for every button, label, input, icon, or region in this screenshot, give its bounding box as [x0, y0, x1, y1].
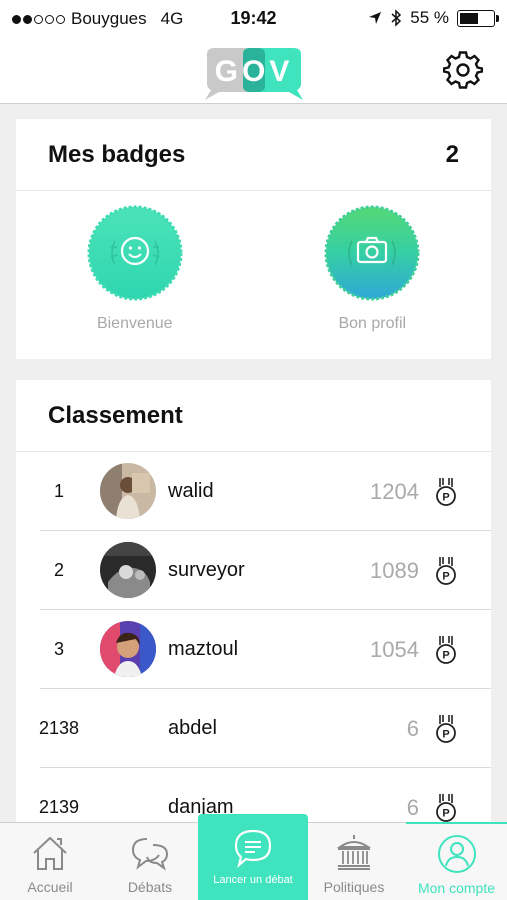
tab-label: Débats — [127, 879, 173, 895]
badge-label: Bon profil — [338, 315, 407, 332]
status-bar: Bouygues 4G 19:42 55 % — [0, 0, 507, 38]
ranking-row[interactable]: 3 maztoul 1054 P — [16, 610, 491, 689]
tab-label: Mon compte — [417, 880, 496, 896]
svg-text:P: P — [442, 808, 449, 820]
user-score: 6 — [406, 715, 419, 741]
medal-icon: P — [436, 636, 456, 664]
status-icons: 55 % — [368, 8, 499, 28]
battery-icon — [457, 9, 499, 27]
badges-card: Mes badges 2 Bienvenue Bon profil — [16, 119, 491, 359]
medal-icon: P — [436, 715, 456, 743]
chat-bubble-icon — [234, 829, 272, 868]
badge-bienvenue[interactable]: Bienvenue — [16, 191, 254, 333]
rank-position: 3 — [53, 639, 64, 659]
tab-label: Politiques — [323, 879, 385, 895]
location-arrow-icon — [369, 12, 382, 24]
badges-count: 2 — [445, 140, 459, 168]
tab-label: Accueil — [27, 879, 73, 895]
svg-text:P: P — [442, 729, 449, 741]
avatar — [100, 621, 156, 677]
user-icon — [437, 835, 476, 873]
avatar — [100, 463, 156, 519]
medal-icon: P — [436, 478, 456, 506]
ranking-row[interactable]: 2138 abdel 6 P — [16, 689, 491, 768]
badges-list: Bienvenue Bon profil — [16, 191, 491, 333]
gear-icon[interactable] — [443, 50, 483, 90]
app-header: GOV — [0, 38, 507, 104]
avatar — [100, 542, 156, 598]
bluetooth-icon — [391, 9, 402, 27]
home-icon — [33, 836, 67, 870]
tab-accueil[interactable]: Accueil — [0, 823, 100, 900]
rank-position: 2 — [53, 560, 64, 580]
badge-label: Bienvenue — [96, 315, 173, 332]
chat-bubbles-icon — [131, 838, 169, 871]
ranking-row[interactable]: 1 walid 1204 P — [16, 452, 491, 531]
rank-position: 2138 — [38, 718, 80, 738]
svg-text:P: P — [442, 571, 449, 583]
user-score: 1054 — [370, 636, 419, 662]
camera-icon — [324, 205, 420, 301]
smiley-icon — [87, 205, 183, 301]
user-name: surveyor — [168, 559, 245, 581]
tab-politiques[interactable]: Politiques — [306, 823, 402, 900]
user-name: walid — [168, 480, 214, 502]
tab-mon-compte[interactable]: Mon compte — [406, 822, 507, 900]
svg-text:P: P — [442, 492, 449, 504]
ranking-title: Classement — [16, 380, 491, 452]
medal-icon: P — [436, 557, 456, 585]
user-name: maztoul — [168, 638, 239, 660]
tab-label: Lancer un débat — [213, 874, 293, 886]
logo-text: GOV — [215, 55, 294, 88]
battery-percent: 55 % — [410, 8, 449, 27]
badge-bon-profil[interactable]: Bon profil — [254, 191, 492, 333]
user-score: 1204 — [370, 478, 419, 504]
badges-title: Mes badges — [48, 140, 186, 168]
tab-lancer-debat[interactable]: Lancer un débat — [198, 814, 308, 900]
gov-logo: GOV — [205, 48, 303, 100]
rank-position: 1 — [53, 481, 64, 501]
tab-debats[interactable]: Débats — [100, 823, 200, 900]
building-icon — [336, 835, 372, 870]
user-name: abdel — [168, 717, 217, 739]
medal-icon: P — [436, 794, 456, 822]
user-score: 1089 — [370, 557, 419, 583]
svg-text:P: P — [442, 650, 449, 662]
badges-header: Mes badges 2 — [16, 119, 491, 191]
ranking-row[interactable]: 2 surveyor 1089 P — [16, 531, 491, 610]
